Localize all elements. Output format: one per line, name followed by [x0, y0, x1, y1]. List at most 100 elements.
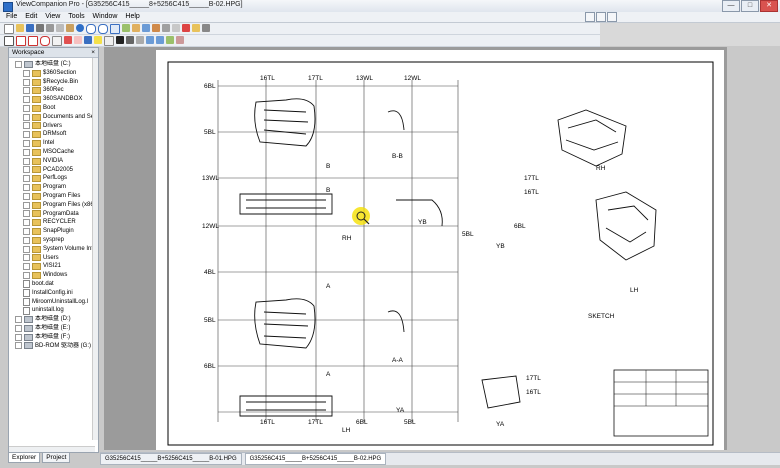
tree-item[interactable]: Intel — [9, 139, 95, 148]
tree-item[interactable]: Program Files (x86) — [9, 201, 95, 210]
info-icon[interactable] — [76, 24, 84, 32]
expand-icon[interactable] — [23, 104, 30, 112]
tree-item[interactable]: 本地磁盘 (F:) — [9, 333, 95, 342]
expand-icon[interactable] — [23, 245, 30, 253]
maximize-button[interactable]: □ — [741, 0, 759, 12]
expand-icon[interactable] — [23, 69, 30, 77]
stamp-icon[interactable] — [84, 36, 92, 44]
expand-icon[interactable] — [23, 272, 30, 280]
drawing-sheet[interactable]: 16TL 17TL 13WL 12WL 16TL 17TL 6BL 5BL 6B… — [156, 50, 724, 450]
expand-icon[interactable] — [23, 131, 30, 139]
tree-item[interactable]: Boot — [9, 104, 95, 113]
expand-icon[interactable] — [23, 113, 30, 121]
pen-color-icon[interactable] — [116, 36, 124, 44]
tree-item[interactable]: uninstall.log — [9, 306, 95, 315]
mdi-minimize-button[interactable] — [585, 12, 595, 22]
menu-help[interactable]: Help — [125, 12, 139, 22]
expand-icon[interactable] — [15, 324, 22, 332]
arrow-icon[interactable] — [64, 36, 72, 44]
new-icon[interactable] — [4, 24, 14, 34]
zoom-window-icon[interactable] — [110, 24, 120, 34]
menu-tools[interactable]: Tools — [68, 12, 84, 22]
expand-icon[interactable] — [23, 87, 30, 95]
tree-item[interactable]: sysprep — [9, 236, 95, 245]
erase-icon[interactable] — [104, 36, 114, 46]
tree-item[interactable]: RECYCLER — [9, 218, 95, 227]
menu-file[interactable]: File — [6, 12, 17, 22]
zoom-in-icon[interactable] — [86, 24, 96, 34]
fill-color-icon[interactable] — [126, 36, 134, 44]
fit-icon[interactable] — [122, 24, 130, 32]
tree-item[interactable]: PCAD2005 — [9, 166, 95, 175]
tree-item[interactable]: NVIDIA — [9, 157, 95, 166]
expand-icon[interactable] — [23, 228, 30, 236]
expand-icon[interactable] — [23, 201, 30, 209]
tree-item[interactable]: $360Section — [9, 69, 95, 78]
select-icon[interactable] — [4, 36, 14, 46]
doc-tab-active[interactable]: G35256C415_____B+5256C415_____B-02.HPG — [244, 453, 387, 465]
tree-item[interactable]: 本地磁盘 (D:) — [9, 315, 95, 324]
hand-icon[interactable] — [192, 24, 200, 32]
snap-icon[interactable] — [176, 36, 184, 44]
tree-item[interactable]: 360SANDBOX — [9, 95, 95, 104]
tree-item[interactable]: Users — [9, 254, 95, 263]
cut-icon[interactable] — [46, 24, 54, 32]
expand-icon[interactable] — [23, 210, 30, 218]
tree-item[interactable]: ProgramData — [9, 210, 95, 219]
tree-item[interactable]: BD-ROM 驱动器 (G:) — [9, 342, 95, 351]
color-icon[interactable] — [182, 24, 190, 32]
tree-item[interactable]: Program Files — [9, 192, 95, 201]
expand-icon[interactable] — [23, 254, 30, 262]
tree-item[interactable]: DRMsoft — [9, 130, 95, 139]
expand-icon[interactable] — [23, 148, 30, 156]
line-icon[interactable] — [16, 36, 26, 46]
expand-icon[interactable] — [23, 192, 30, 200]
tree-item[interactable]: Documents and Set — [9, 113, 95, 122]
expand-icon[interactable] — [15, 333, 22, 341]
workspace-vertical-scrollbar[interactable] — [92, 58, 98, 440]
tree-item[interactable]: MSOCache — [9, 148, 95, 157]
open-icon[interactable] — [16, 24, 24, 32]
tree-item[interactable]: boot.dat — [9, 280, 95, 289]
zoom-out-icon[interactable] — [98, 24, 108, 34]
expand-icon[interactable] — [15, 60, 22, 68]
tree-item[interactable]: $Recycle.Bin — [9, 78, 95, 87]
mdi-close-button[interactable] — [607, 12, 617, 22]
expand-icon[interactable] — [23, 140, 30, 148]
undo-icon[interactable] — [146, 36, 154, 44]
rotate-icon[interactable] — [142, 24, 150, 32]
layers-icon[interactable] — [152, 24, 160, 32]
expand-icon[interactable] — [15, 316, 22, 324]
minimize-button[interactable]: — — [722, 0, 740, 12]
expand-icon[interactable] — [23, 219, 30, 227]
measure-icon[interactable] — [162, 24, 170, 32]
pan-icon[interactable] — [132, 24, 140, 32]
save-icon[interactable] — [26, 24, 34, 32]
print-icon[interactable] — [36, 24, 44, 32]
tree-item[interactable]: MiroomUninstallLog.l — [9, 297, 95, 307]
grid-icon[interactable] — [172, 24, 180, 32]
tree-item[interactable]: 本地磁盘 (E:) — [9, 324, 95, 333]
expand-icon[interactable] — [23, 166, 30, 174]
tree-item[interactable]: Drivers — [9, 122, 95, 131]
tree-item[interactable]: Windows — [9, 271, 95, 280]
line-width-icon[interactable] — [136, 36, 144, 44]
expand-icon[interactable] — [23, 122, 30, 130]
expand-icon[interactable] — [23, 78, 30, 86]
tree-item[interactable]: VISI21 — [9, 262, 95, 271]
redo-icon[interactable] — [156, 36, 164, 44]
menu-window[interactable]: Window — [93, 12, 118, 22]
circle-icon[interactable] — [40, 36, 50, 46]
menu-edit[interactable]: Edit — [25, 12, 37, 22]
close-button[interactable]: ✕ — [760, 0, 778, 12]
expand-icon[interactable] — [15, 342, 22, 350]
expand-icon[interactable] — [23, 236, 30, 244]
tree-item[interactable]: 本地磁盘 (C:) — [9, 60, 95, 69]
copy-icon[interactable] — [56, 24, 64, 32]
expand-icon[interactable] — [23, 157, 30, 165]
text-icon[interactable] — [52, 36, 62, 46]
tab-project[interactable]: Project — [42, 452, 71, 463]
tab-explorer[interactable]: Explorer — [8, 452, 41, 463]
tree-item[interactable]: SnapPlugin — [9, 227, 95, 236]
expand-icon[interactable] — [23, 184, 30, 192]
